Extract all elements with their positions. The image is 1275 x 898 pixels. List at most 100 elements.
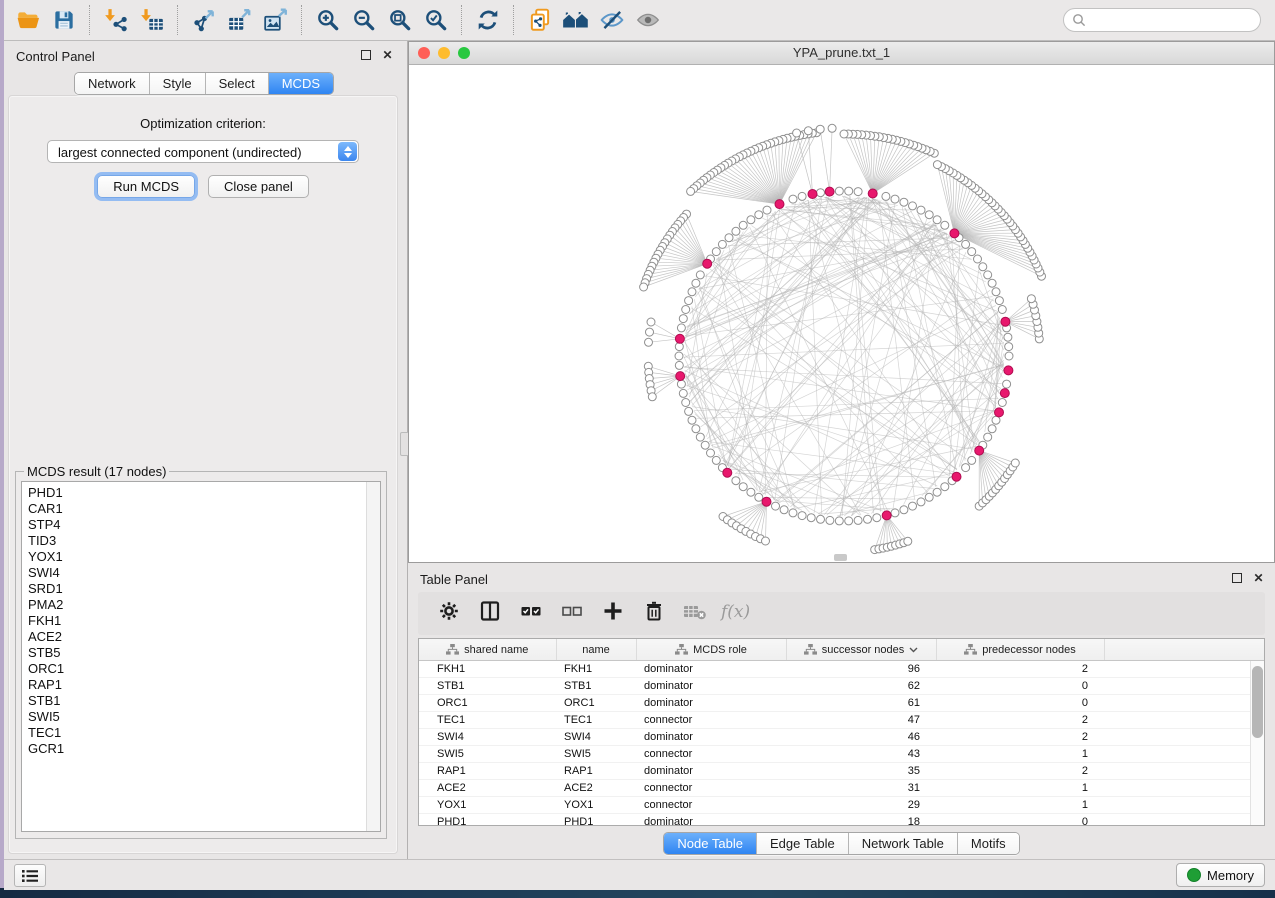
mcds-result-item[interactable]: ACE2 bbox=[28, 629, 380, 645]
run-mcds-button[interactable]: Run MCDS bbox=[97, 175, 195, 198]
refresh-view-button[interactable] bbox=[470, 3, 506, 37]
mcds-result-item[interactable]: GCR1 bbox=[28, 741, 380, 757]
mcds-result-item[interactable]: SRD1 bbox=[28, 581, 380, 597]
tab-select[interactable]: Select bbox=[205, 73, 268, 94]
cell-predecessor-nodes[interactable]: 2 bbox=[936, 729, 1104, 746]
cell-MCDS-role[interactable]: connector bbox=[636, 780, 786, 797]
float-table-panel-icon[interactable] bbox=[1230, 571, 1243, 584]
mcds-result-list[interactable]: PHD1CAR1STP4TID3YOX1SWI4SRD1PMA2FKH1ACE2… bbox=[21, 481, 381, 832]
cell-shared-name[interactable]: PHD1 bbox=[419, 814, 556, 827]
table-row[interactable]: YOX1YOX1connector291 bbox=[419, 797, 1264, 814]
tab-mcds[interactable]: MCDS bbox=[268, 73, 333, 94]
tab-network[interactable]: Network bbox=[75, 73, 149, 94]
mcds-result-item[interactable]: SWI5 bbox=[28, 709, 380, 725]
mcds-result-item[interactable]: PMA2 bbox=[28, 597, 380, 613]
cell-MCDS-role[interactable]: dominator bbox=[636, 678, 786, 695]
column-header-shared-name[interactable]: shared name bbox=[419, 639, 556, 661]
column-header-MCDS-role[interactable]: MCDS role bbox=[636, 639, 786, 661]
close-panel-icon[interactable]: ✕ bbox=[381, 48, 394, 61]
mcds-result-item[interactable]: YOX1 bbox=[28, 549, 380, 565]
select-all-button[interactable] bbox=[518, 600, 544, 628]
panel-menu-button[interactable] bbox=[14, 864, 46, 887]
optimization-criterion-dropdown[interactable]: largest connected component (undirected) bbox=[47, 140, 359, 163]
table-row[interactable]: ACE2ACE2connector311 bbox=[419, 780, 1264, 797]
tab-network-table[interactable]: Network Table bbox=[848, 833, 957, 854]
export-network-button[interactable] bbox=[186, 3, 222, 37]
cell-successor-nodes[interactable]: 35 bbox=[786, 763, 936, 780]
mcds-result-item[interactable]: TID3 bbox=[28, 533, 380, 549]
network-hscroll-thumb[interactable] bbox=[834, 554, 847, 561]
table-scrollbar[interactable] bbox=[1250, 661, 1264, 825]
cell-predecessor-nodes[interactable]: 2 bbox=[936, 661, 1104, 678]
cell-MCDS-role[interactable]: dominator bbox=[636, 814, 786, 827]
network-view[interactable] bbox=[409, 65, 1274, 562]
cell-shared-name[interactable]: SWI4 bbox=[419, 729, 556, 746]
cell-successor-nodes[interactable]: 46 bbox=[786, 729, 936, 746]
add-column-button[interactable] bbox=[600, 600, 626, 628]
zoom-selected-button[interactable] bbox=[418, 3, 454, 37]
memory-button[interactable]: Memory bbox=[1176, 863, 1265, 887]
export-image-button[interactable] bbox=[258, 3, 294, 37]
deselect-all-button[interactable] bbox=[559, 600, 585, 628]
cell-shared-name[interactable]: ORC1 bbox=[419, 695, 556, 712]
mcds-result-item[interactable]: CAR1 bbox=[28, 501, 380, 517]
table-row[interactable]: PHD1PHD1dominator180 bbox=[419, 814, 1264, 827]
cell-shared-name[interactable]: RAP1 bbox=[419, 763, 556, 780]
show-columns-button[interactable] bbox=[477, 600, 503, 628]
close-panel-button[interactable]: Close panel bbox=[208, 175, 309, 198]
window-zoom-icon[interactable] bbox=[458, 47, 470, 59]
mcds-result-item[interactable]: ORC1 bbox=[28, 661, 380, 677]
table-row[interactable]: STB1STB1dominator620 bbox=[419, 678, 1264, 695]
table-row[interactable]: TEC1TEC1connector472 bbox=[419, 712, 1264, 729]
network-graph[interactable] bbox=[409, 65, 1274, 562]
table-row[interactable]: ORC1ORC1dominator610 bbox=[419, 695, 1264, 712]
cell-name[interactable]: PHD1 bbox=[556, 814, 636, 827]
table-scrollbar-thumb[interactable] bbox=[1252, 666, 1263, 738]
cell-successor-nodes[interactable]: 31 bbox=[786, 780, 936, 797]
cell-successor-nodes[interactable]: 29 bbox=[786, 797, 936, 814]
network-window-titlebar[interactable]: YPA_prune.txt_1 bbox=[409, 42, 1274, 65]
cell-predecessor-nodes[interactable]: 2 bbox=[936, 763, 1104, 780]
column-header-name[interactable]: name bbox=[556, 639, 636, 661]
cell-name[interactable]: ORC1 bbox=[556, 695, 636, 712]
float-panel-icon[interactable] bbox=[359, 48, 372, 61]
import-network-button[interactable] bbox=[98, 3, 134, 37]
cell-shared-name[interactable]: STB1 bbox=[419, 678, 556, 695]
column-header-predecessor-nodes[interactable]: predecessor nodes bbox=[936, 639, 1104, 661]
table-row[interactable]: FKH1FKH1dominator962 bbox=[419, 661, 1264, 678]
cell-MCDS-role[interactable]: connector bbox=[636, 746, 786, 763]
table-row[interactable]: SWI4SWI4dominator462 bbox=[419, 729, 1264, 746]
cell-name[interactable]: YOX1 bbox=[556, 797, 636, 814]
cell-predecessor-nodes[interactable]: 0 bbox=[936, 678, 1104, 695]
mcds-result-item[interactable]: RAP1 bbox=[28, 677, 380, 693]
cell-shared-name[interactable]: FKH1 bbox=[419, 661, 556, 678]
import-table-button[interactable] bbox=[134, 3, 170, 37]
cell-name[interactable]: FKH1 bbox=[556, 661, 636, 678]
zoom-in-button[interactable] bbox=[310, 3, 346, 37]
zoom-out-button[interactable] bbox=[346, 3, 382, 37]
cell-predecessor-nodes[interactable]: 0 bbox=[936, 814, 1104, 827]
cell-MCDS-role[interactable]: connector bbox=[636, 712, 786, 729]
tab-style[interactable]: Style bbox=[149, 73, 205, 94]
home-button[interactable] bbox=[558, 3, 594, 37]
mcds-result-item[interactable]: STP4 bbox=[28, 517, 380, 533]
mcds-result-item[interactable]: TEC1 bbox=[28, 725, 380, 741]
cell-successor-nodes[interactable]: 96 bbox=[786, 661, 936, 678]
cell-shared-name[interactable]: YOX1 bbox=[419, 797, 556, 814]
cell-MCDS-role[interactable]: dominator bbox=[636, 661, 786, 678]
table-row[interactable]: RAP1RAP1dominator352 bbox=[419, 763, 1264, 780]
cell-name[interactable]: TEC1 bbox=[556, 712, 636, 729]
cell-MCDS-role[interactable]: connector bbox=[636, 797, 786, 814]
cell-shared-name[interactable]: TEC1 bbox=[419, 712, 556, 729]
mcds-result-item[interactable]: STB1 bbox=[28, 693, 380, 709]
window-minimize-icon[interactable] bbox=[438, 47, 450, 59]
tab-edge-table[interactable]: Edge Table bbox=[756, 833, 848, 854]
delete-column-button[interactable] bbox=[641, 600, 667, 628]
cell-MCDS-role[interactable]: dominator bbox=[636, 695, 786, 712]
cell-shared-name[interactable]: SWI5 bbox=[419, 746, 556, 763]
show-details-button[interactable] bbox=[630, 3, 666, 37]
mcds-result-item[interactable]: SWI4 bbox=[28, 565, 380, 581]
cell-predecessor-nodes[interactable]: 0 bbox=[936, 695, 1104, 712]
search-input[interactable] bbox=[1091, 12, 1252, 28]
clone-network-button[interactable] bbox=[522, 3, 558, 37]
